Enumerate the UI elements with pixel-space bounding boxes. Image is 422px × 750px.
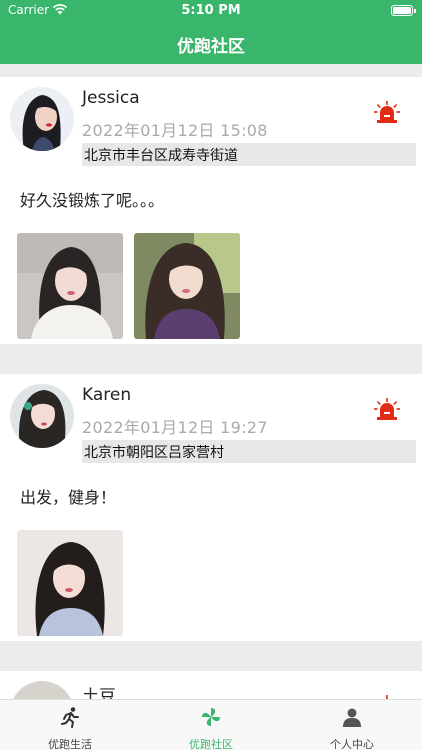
post-photo[interactable] [17, 530, 123, 636]
tab-label: 个人中心 [330, 738, 374, 750]
post-username[interactable]: 土豆 [82, 682, 116, 699]
avatar[interactable] [10, 384, 74, 448]
tab-community[interactable]: 优跑社区 [141, 700, 281, 750]
post-content: 好久没锻炼了呢。。。 [20, 191, 165, 210]
alarm-icon[interactable] [374, 99, 400, 125]
post-card[interactable]: Jessica 2022年01月12日 15:08 北京市丰台区成寿寺街道 好久… [0, 77, 422, 344]
post-card[interactable]: 土豆 [0, 671, 422, 699]
post-time: 2022年01月12日 19:27 [82, 418, 268, 437]
avatar[interactable] [10, 681, 74, 699]
page-title: 优跑社区 [177, 37, 245, 57]
post-location: 北京市丰台区成寿寺街道 [82, 143, 416, 166]
battery-icon [391, 5, 416, 16]
post-card[interactable]: Karen 2022年01月12日 19:27 北京市朝阳区吕家营村 出发，健身… [0, 374, 422, 641]
tab-bar: 优跑生活 优跑社区 个人中心 [0, 699, 422, 750]
tab-run-life[interactable]: 优跑生活 [0, 700, 140, 750]
status-time: 5:10 PM [181, 3, 241, 18]
tab-label: 优跑生活 [48, 738, 92, 750]
pinwheel-icon [202, 708, 220, 726]
nav-header: Carrier 5:10 PM 优跑社区 [0, 0, 422, 64]
post-content: 出发，健身！ [20, 488, 117, 507]
tab-label: 优跑社区 [189, 738, 233, 750]
avatar[interactable] [10, 87, 74, 151]
alarm-icon[interactable] [374, 396, 400, 422]
post-username[interactable]: Jessica [82, 88, 140, 108]
post-username[interactable]: Karen [82, 385, 131, 405]
post-location: 北京市朝阳区吕家营村 [82, 440, 416, 463]
status-bar: Carrier 5:10 PM [0, 0, 422, 22]
person-icon [343, 708, 361, 727]
running-icon [61, 707, 79, 728]
post-time: 2022年01月12日 15:08 [82, 121, 268, 140]
post-photo[interactable] [17, 233, 123, 339]
post-photo[interactable] [134, 233, 240, 339]
tab-profile[interactable]: 个人中心 [282, 700, 422, 750]
